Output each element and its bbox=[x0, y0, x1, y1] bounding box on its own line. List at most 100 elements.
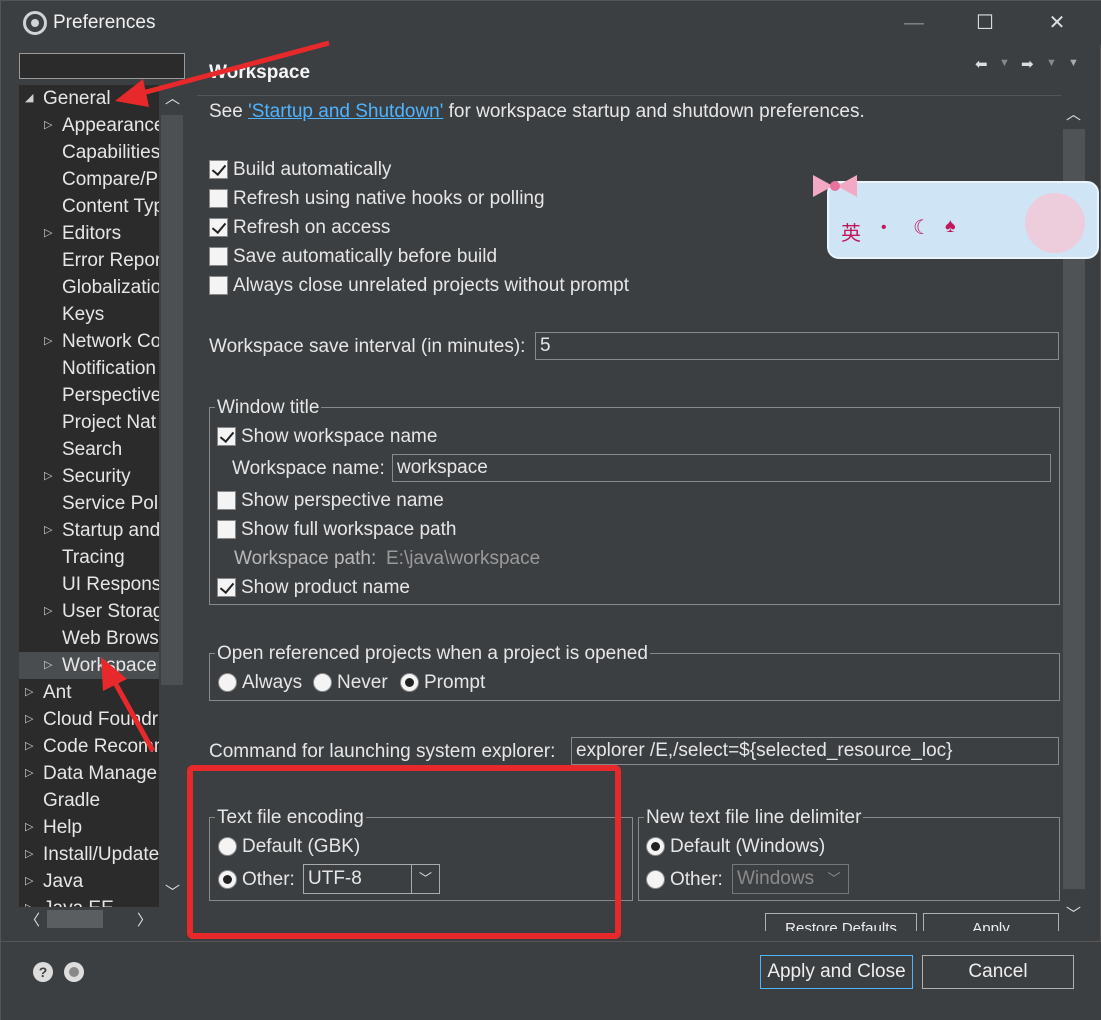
collapsed-triangle-icon[interactable]: ▷ bbox=[25, 895, 33, 907]
tree-item[interactable]: ▷ Install/Update bbox=[19, 841, 159, 868]
collapsed-triangle-icon[interactable]: ▷ bbox=[25, 679, 33, 706]
open-referenced-never-radio[interactable] bbox=[313, 673, 332, 692]
tree-item[interactable]: ▷ Editors bbox=[19, 220, 159, 247]
show-full-path-checkbox[interactable] bbox=[217, 520, 236, 539]
tree-item[interactable]: ▷ Security bbox=[19, 463, 159, 490]
tree-item[interactable]: Web Brows bbox=[19, 625, 159, 652]
tree-item-label: Web Brows bbox=[62, 628, 159, 649]
back-menu-chevron-icon[interactable]: ▼ bbox=[999, 57, 1010, 69]
tree-scroll-thumb[interactable] bbox=[161, 115, 183, 685]
anime-character-icon bbox=[1025, 193, 1085, 253]
tree-item[interactable]: Compare/P bbox=[19, 166, 159, 193]
cancel-button[interactable]: Cancel bbox=[922, 955, 1074, 989]
refresh-native-hooks-checkbox[interactable] bbox=[209, 189, 228, 208]
open-referenced-prompt-radio[interactable] bbox=[400, 673, 419, 692]
tree-item[interactable]: Gradle bbox=[19, 787, 159, 814]
tree-item-label: Java EE bbox=[43, 895, 114, 907]
view-menu-icon[interactable]: ▼ bbox=[1068, 57, 1079, 69]
tree-horizontal-scrollbar[interactable]: 〈 〉 bbox=[19, 907, 185, 931]
minimize-icon[interactable]: — bbox=[894, 7, 934, 39]
preferences-window: Preferences — ☐ ✕ ◢ General ▷ Appearance Cap… bbox=[0, 0, 1101, 1020]
collapsed-triangle-icon[interactable]: ▷ bbox=[44, 220, 52, 247]
tree-item[interactable]: Perspective bbox=[19, 382, 159, 409]
tree-item[interactable]: Content Typ bbox=[19, 193, 159, 220]
tree-item[interactable]: Notification bbox=[19, 355, 159, 382]
show-full-path-label: Show full workspace path bbox=[241, 519, 457, 540]
collapsed-triangle-icon[interactable]: ▷ bbox=[25, 760, 33, 787]
workspace-path-value: E:\java\workspace bbox=[386, 548, 541, 569]
refresh-on-access-checkbox[interactable] bbox=[209, 218, 228, 237]
help-icon[interactable]: ? bbox=[33, 962, 53, 982]
close-icon[interactable]: ✕ bbox=[1037, 7, 1077, 39]
tree-item[interactable]: Keys bbox=[19, 301, 159, 328]
tree-item[interactable]: ▷ Network Co bbox=[19, 328, 159, 355]
restore-defaults-button[interactable]: Restore Defaults bbox=[765, 913, 917, 931]
tree-item[interactable]: ▷ User Storag bbox=[19, 598, 159, 625]
maximize-icon[interactable]: ☐ bbox=[965, 7, 1005, 39]
ime-language-char: 英 bbox=[841, 223, 861, 245]
tree-item[interactable]: Tracing bbox=[19, 544, 159, 571]
open-referenced-always-radio[interactable] bbox=[218, 673, 237, 692]
tree-item[interactable]: Error Repor bbox=[19, 247, 159, 274]
collapsed-triangle-icon[interactable]: ▷ bbox=[25, 868, 33, 895]
scroll-up-icon[interactable]: ︿ bbox=[1066, 103, 1081, 124]
always-close-unrelated-checkbox[interactable] bbox=[209, 276, 228, 295]
tree-item[interactable]: Service Poli bbox=[19, 490, 159, 517]
tree-item-label: Editors bbox=[62, 223, 122, 244]
save-automatically-checkbox[interactable] bbox=[209, 247, 228, 266]
ime-toolbar-banner[interactable]: 英 • ☾ ♠ bbox=[827, 181, 1099, 259]
collapsed-triangle-icon[interactable]: ▷ bbox=[25, 841, 33, 868]
back-arrow-icon[interactable]: ⬅ bbox=[975, 55, 988, 73]
tree-item[interactable]: Capabilities bbox=[19, 139, 159, 166]
collapsed-triangle-icon[interactable]: ▷ bbox=[44, 598, 52, 625]
collapsed-triangle-icon[interactable]: ▷ bbox=[44, 652, 52, 679]
collapsed-triangle-icon[interactable]: ▷ bbox=[44, 517, 52, 544]
scroll-down-icon[interactable]: ﹀ bbox=[165, 881, 180, 902]
annotation-arrow-general bbox=[115, 40, 330, 107]
scroll-left-icon[interactable]: 〈 bbox=[25, 909, 40, 930]
tree-item-label: Help bbox=[43, 817, 83, 838]
tree-item[interactable]: Project Nat bbox=[19, 409, 159, 436]
collapsed-triangle-icon[interactable]: ▷ bbox=[44, 463, 52, 490]
forward-menu-chevron-icon[interactable]: ▼ bbox=[1046, 57, 1057, 69]
tree-item[interactable]: Globalizatio bbox=[19, 274, 159, 301]
tree-hscroll-thumb[interactable] bbox=[47, 910, 103, 928]
tree-item-label: Java bbox=[43, 871, 84, 892]
tree-item[interactable]: Search bbox=[19, 436, 159, 463]
collapsed-triangle-icon[interactable]: ▷ bbox=[25, 733, 33, 760]
workspace-name-input[interactable]: workspace bbox=[392, 454, 1051, 482]
delimiter-default-radio[interactable] bbox=[646, 837, 665, 856]
show-workspace-name-checkbox[interactable] bbox=[217, 427, 236, 446]
collapsed-triangle-icon[interactable]: ▷ bbox=[44, 112, 52, 139]
shirt-icon: ♠ bbox=[945, 215, 956, 237]
apply-and-close-button[interactable]: Apply and Close bbox=[760, 955, 913, 989]
tree-vertical-scrollbar[interactable]: ︿ ﹀ bbox=[159, 85, 185, 907]
delimiter-other-radio[interactable] bbox=[646, 870, 665, 889]
save-interval-input[interactable]: 5 bbox=[535, 332, 1059, 360]
scroll-down-icon[interactable]: ﹀ bbox=[1066, 903, 1081, 924]
import-export-icon[interactable] bbox=[64, 962, 84, 982]
tree-item[interactable]: ▷ Java bbox=[19, 868, 159, 895]
collapsed-triangle-icon[interactable]: ▷ bbox=[25, 706, 33, 733]
explorer-command-input[interactable]: explorer /E,/select=${selected_resource_… bbox=[571, 737, 1059, 765]
build-automatically-label: Build automatically bbox=[233, 159, 392, 180]
apply-button[interactable]: Apply bbox=[923, 913, 1059, 931]
tree-item[interactable]: UI Responsi bbox=[19, 571, 159, 598]
show-perspective-name-checkbox[interactable] bbox=[217, 491, 236, 510]
tree-item-label: Service Poli bbox=[62, 493, 159, 514]
tree-item[interactable]: ▷ Help bbox=[19, 814, 159, 841]
tree-item-label: Content Typ bbox=[62, 196, 159, 217]
forward-arrow-icon[interactable]: ➡ bbox=[1021, 55, 1034, 73]
tree-item[interactable]: ▷ Startup and bbox=[19, 517, 159, 544]
tree-item[interactable]: ▷ Data Manage bbox=[19, 760, 159, 787]
scroll-right-icon[interactable]: 〉 bbox=[137, 909, 152, 930]
show-product-name-checkbox[interactable] bbox=[217, 578, 236, 597]
tree-item-label: Ant bbox=[43, 682, 72, 703]
tree-item[interactable]: ▷ Java EE bbox=[19, 895, 159, 907]
collapsed-triangle-icon[interactable]: ▷ bbox=[25, 814, 33, 841]
collapsed-triangle-icon[interactable]: ▷ bbox=[44, 328, 52, 355]
tree-item-label: Globalizatio bbox=[62, 277, 159, 298]
line-delimiter-group-label: New text file line delimiter bbox=[644, 807, 864, 829]
expanded-triangle-icon[interactable]: ◢ bbox=[25, 85, 33, 112]
build-automatically-checkbox[interactable] bbox=[209, 160, 228, 179]
